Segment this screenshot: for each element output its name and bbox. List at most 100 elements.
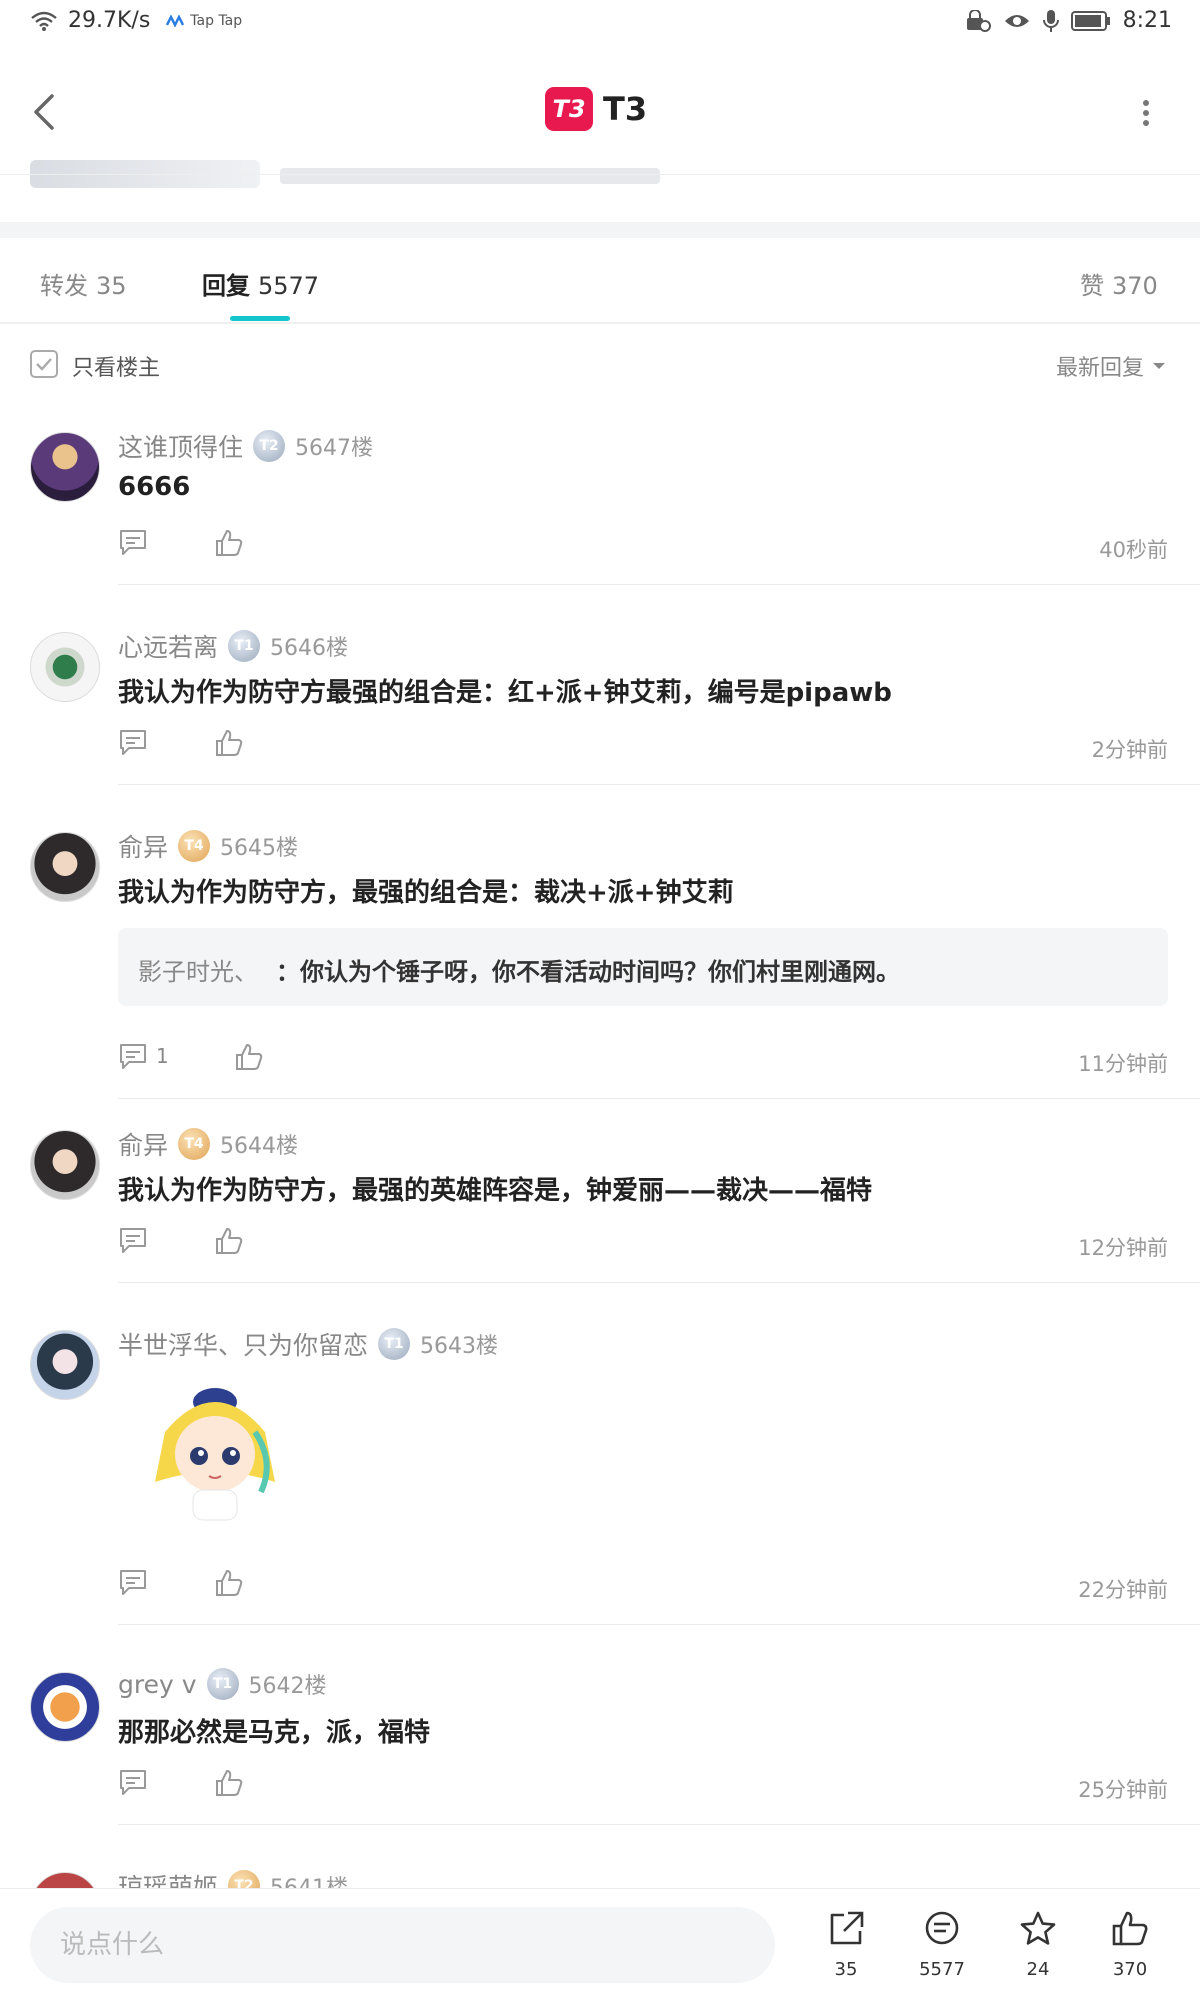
chevron-left-icon [34, 94, 54, 130]
lock-icon [966, 9, 991, 32]
avatar[interactable] [30, 632, 100, 702]
comment-divider [118, 584, 1200, 585]
level-badge: T4 [178, 830, 211, 862]
username[interactable]: 俞异 [118, 1126, 168, 1162]
back-button[interactable] [26, 88, 66, 136]
tab-likes[interactable]: 赞 370 [1080, 266, 1158, 301]
like-button[interactable] [234, 1042, 264, 1076]
comment-divider [118, 1098, 1200, 1099]
app-logo: T3 [545, 87, 593, 131]
battery-icon [1070, 10, 1110, 31]
username[interactable]: grey v [118, 1670, 197, 1699]
nested-reply[interactable]: 影子时光、 ：你认为个锤子呀，你不看活动时间吗？你们村里刚通网。 [118, 928, 1168, 1006]
comment-text: 我认为作为防守方，最强的英雄阵容是，钟爱丽——裁决——福特 [118, 1176, 873, 1206]
tab-likes-count: 370 [1112, 272, 1158, 300]
filter-row: 只看楼主 最新回复 [0, 338, 1200, 388]
only-op-checkbox[interactable] [30, 350, 58, 378]
timestamp: 11分钟前 [1078, 1052, 1168, 1076]
floor-number: 5643楼 [420, 1334, 499, 1359]
avatar[interactable] [30, 1672, 100, 1742]
thumbs-up-icon [216, 530, 243, 556]
level-badge: T4 [178, 1128, 211, 1160]
tab-reposts[interactable]: 转发 35 [40, 266, 127, 301]
tab-replies[interactable]: 回复 5577 [202, 266, 319, 301]
floor-number: 5645楼 [220, 836, 299, 861]
only-op-label[interactable]: 只看楼主 [72, 350, 160, 382]
like-post-button[interactable]: 370 [1090, 1909, 1170, 1980]
like-button[interactable] [214, 1768, 244, 1802]
tab-replies-count: 5577 [258, 272, 320, 300]
like-button[interactable] [214, 1568, 244, 1602]
floor-number: 5647楼 [295, 436, 374, 461]
thumbs-up-icon [216, 1228, 243, 1254]
comment-icon [120, 1570, 146, 1595]
status-bar: 29.7K/s Tap Tap 8:21 [0, 0, 1200, 50]
level-badge: T1 [378, 1328, 411, 1360]
like-count: 370 [1112, 1959, 1148, 1980]
username[interactable]: 心远若离 [118, 628, 218, 664]
eye-icon [1004, 14, 1029, 27]
reply-button[interactable] [118, 528, 148, 556]
interaction-tabs: 转发 35 回复 5577 赞 370 [0, 238, 1200, 324]
reply-text: ：你认为个锤子呀，你不看活动时间吗？你们村里刚通网。 [276, 958, 900, 986]
app-name: Tap Tap [190, 12, 243, 29]
thumbs-up-icon [216, 1770, 243, 1796]
reply-button[interactable]: 1 [118, 1042, 169, 1070]
reply-button[interactable] [118, 728, 148, 756]
tab-reposts-label: 转发 [40, 272, 88, 300]
clock: 8:21 [1122, 8, 1172, 33]
thumbs-up-icon [216, 1570, 243, 1596]
favorite-button[interactable]: 24 [998, 1909, 1078, 1980]
section-separator [0, 222, 1200, 238]
wifi-icon [31, 11, 57, 31]
comment-divider [118, 784, 1200, 785]
reply-button[interactable] [118, 1226, 148, 1254]
page-title: T3 [603, 90, 648, 128]
username[interactable]: 半世浮华、只为你留恋 [118, 1326, 368, 1362]
avatar[interactable] [30, 832, 100, 902]
post-preview-text-blur [280, 168, 660, 184]
like-button[interactable] [214, 728, 244, 762]
comment-input[interactable]: 说点什么 [30, 1907, 775, 1983]
reply-username[interactable]: 影子时光、 [138, 952, 258, 987]
comment-divider [118, 1282, 1200, 1283]
comment-text: 我认为作为防守方最强的组合是：红+派+钟艾莉，编号是pipawb [118, 678, 892, 708]
bottom-action-bar: 说点什么 35 5577 24 370 [0, 1888, 1200, 2000]
comments-button[interactable]: 5577 [902, 1909, 982, 1980]
thumbs-up-icon [216, 730, 243, 756]
more-vertical-icon [1143, 100, 1149, 126]
comment-divider [118, 1824, 1200, 1825]
avatar[interactable] [30, 432, 100, 502]
avatar[interactable] [30, 1130, 100, 1200]
app-title[interactable]: T3 T3 [545, 87, 647, 131]
timestamp: 25分钟前 [1078, 1778, 1168, 1802]
level-text: T1 [384, 1336, 404, 1352]
level-badge: T1 [228, 630, 261, 662]
share-button[interactable]: 35 [806, 1909, 886, 1980]
comment-icon [120, 530, 146, 555]
reply-button[interactable] [118, 1568, 148, 1596]
caret-down-icon [1153, 363, 1165, 369]
floor-number: 5642楼 [248, 1674, 327, 1699]
top-nav-bar: T3 T3 [0, 62, 1200, 162]
more-options-button[interactable] [1136, 98, 1156, 128]
sort-dropdown[interactable]: 最新回复 [1056, 350, 1166, 382]
chat-bubble-icon [925, 1911, 959, 1945]
tab-replies-label: 回复 [202, 272, 250, 300]
username[interactable]: 俞异 [118, 828, 168, 864]
avatar[interactable] [30, 1330, 100, 1400]
notification-app: Tap Tap [166, 13, 242, 29]
star-icon [1020, 1911, 1056, 1945]
tab-reposts-count: 35 [96, 272, 127, 300]
reply-button[interactable] [118, 1768, 148, 1796]
like-button[interactable] [214, 1226, 244, 1260]
mic-icon [1042, 9, 1059, 32]
timestamp: 40秒前 [1099, 538, 1168, 562]
level-text: T4 [184, 838, 204, 854]
username[interactable]: 这谁顶得住 [118, 428, 243, 464]
active-tab-indicator [230, 316, 290, 321]
sort-label: 最新回复 [1055, 356, 1144, 381]
sticker-image[interactable] [135, 1372, 295, 1532]
share-count: 35 [834, 1959, 858, 1980]
like-button[interactable] [214, 528, 244, 562]
